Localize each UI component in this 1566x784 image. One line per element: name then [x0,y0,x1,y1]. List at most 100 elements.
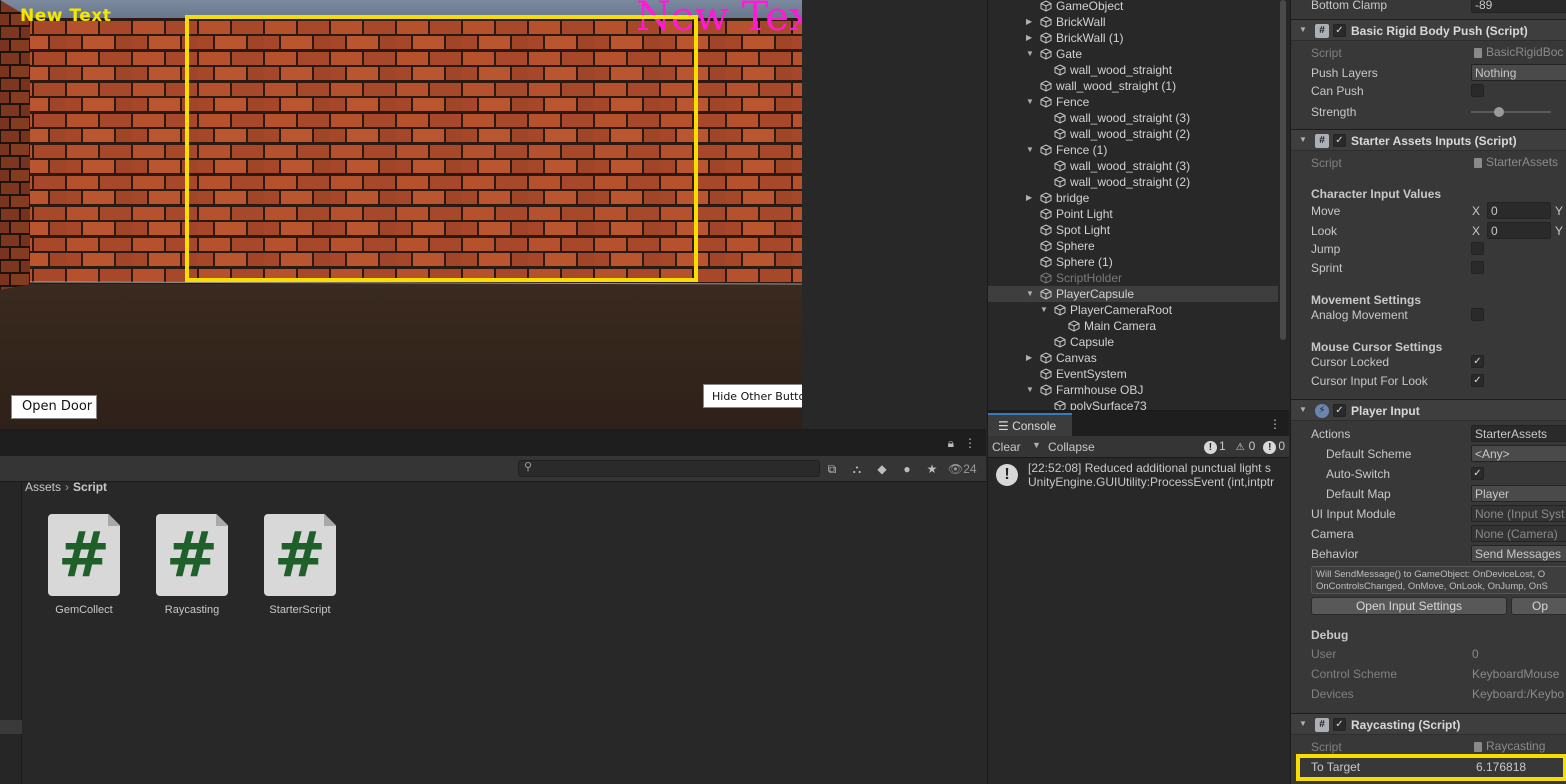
chevron-down-icon[interactable]: ▼ [1026,142,1036,158]
default-scheme-dropdown[interactable]: <Any> [1471,445,1566,462]
fold-arrow-icon[interactable]: ▼ [1299,405,1307,414]
open-input-debugger-button[interactable]: Op [1511,597,1566,615]
camera-field[interactable]: None (Camera) [1471,525,1566,542]
auto-switch-checkbox[interactable]: ✓ [1471,467,1484,480]
hierarchy-item[interactable]: ScriptHolder [988,270,1278,286]
kebab-menu-icon[interactable]: ⋮ [964,436,976,451]
hierarchy-item[interactable]: ▶ bridge [988,190,1278,206]
chevron-right-icon[interactable]: ▶ [1026,30,1036,46]
ui-input-module-field[interactable]: None (Input Syst [1471,505,1566,522]
strength-slider[interactable] [1471,107,1551,117]
filter-icon[interactable]: ⛬ [847,460,867,478]
script-reference-field[interactable]: Raycasting [1472,739,1545,755]
actions-field[interactable]: StarterAssets [1471,425,1566,442]
component-enabled-checkbox[interactable]: ✓ [1333,134,1346,147]
component-enabled-checkbox[interactable]: ✓ [1333,404,1346,417]
component-enabled-checkbox[interactable]: ✓ [1333,718,1346,731]
warning-filter-icon[interactable]: ● [897,460,917,478]
default-map-dropdown[interactable]: Player [1471,485,1566,502]
component-enabled-checkbox[interactable]: ✓ [1333,24,1346,37]
component-header-player-input[interactable]: ▼ ⚡ ✓ Player Input [1291,399,1566,421]
chevron-down-icon[interactable]: ▼ [1026,46,1036,62]
project-search-input[interactable]: ⚲ [518,460,820,477]
hierarchy-item[interactable]: wall_wood_straight [988,62,1278,78]
jump-checkbox[interactable] [1471,242,1484,255]
sprint-checkbox[interactable] [1471,261,1484,274]
chevron-right-icon[interactable]: ▶ [1026,350,1036,366]
slider-knob[interactable] [1494,107,1504,117]
hierarchy-item[interactable]: Sphere (1) [988,254,1278,270]
hierarchy-scrollbar[interactable] [1280,0,1286,340]
hierarchy-item[interactable]: wall_wood_straight (3) [988,158,1278,174]
behavior-dropdown[interactable]: Send Messages [1471,545,1566,562]
console-log-entry[interactable]: ! [22:52:08] Reduced additional punctual… [988,460,1290,492]
chevron-down-icon[interactable]: ▼ [1026,286,1036,302]
analog-movement-checkbox[interactable] [1471,308,1484,321]
fold-arrow-icon[interactable]: ▼ [1299,25,1307,34]
cursor-input-for-look-checkbox[interactable]: ✓ [1471,374,1484,387]
hierarchy-item[interactable]: wall_wood_straight (2) [988,126,1278,142]
chevron-down-icon[interactable]: ▼ [1026,382,1036,398]
fold-arrow-icon[interactable]: ▼ [1299,135,1307,144]
lock-icon[interactable]: 🔒︎ [948,436,954,451]
chevron-down-icon[interactable]: ▼ [1026,94,1036,110]
look-x-field[interactable]: 0 [1487,222,1551,239]
hierarchy-item[interactable]: ▼ PlayerCameraRoot [988,302,1278,318]
hierarchy-item[interactable]: ▶ Canvas [988,350,1278,366]
hierarchy-item[interactable]: ▼ PlayerCapsule [988,286,1278,302]
hierarchy-item[interactable]: polySurface73 [988,398,1278,410]
kebab-menu-icon[interactable]: ⋮ [1269,417,1281,431]
component-header-basic-rigid-body-push[interactable]: ▼ # ✓ Basic Rigid Body Push (Script) [1291,19,1566,41]
asset-raycasting[interactable]: # Raycasting [142,514,242,616]
breadcrumb-script[interactable]: Script [73,480,107,494]
hierarchy-item[interactable]: Point Light [988,206,1278,222]
cursor-locked-checkbox[interactable]: ✓ [1471,355,1484,368]
warning-count-toggle[interactable]: ⚠ 0 [1234,439,1256,454]
hierarchy-item[interactable]: ▼ Fence [988,94,1278,110]
hierarchy-item[interactable]: Capsule [988,334,1278,350]
open-door-button[interactable]: Open Door [11,395,97,419]
info-count-toggle[interactable]: ! 1 [1203,439,1226,454]
component-header-raycasting[interactable]: ▼ # ✓ Raycasting (Script) [1291,713,1566,735]
breadcrumb-assets[interactable]: Assets [25,480,61,494]
hierarchy-item[interactable]: Spot Light [988,222,1278,238]
hierarchy-item[interactable]: GameObject [988,0,1278,14]
open-input-settings-button[interactable]: Open Input Settings [1311,597,1507,615]
chevron-down-icon[interactable]: ▼ [1040,302,1050,318]
hide-other-buttons-button[interactable]: Hide Other Buttons [703,384,802,408]
hierarchy-item[interactable]: ▼ Farmhouse OBJ [988,382,1278,398]
game-view[interactable]: New Text New Text Open Door Hide Other B… [0,0,802,429]
chevron-right-icon[interactable]: ▶ [1026,14,1036,30]
script-reference-field[interactable]: BasicRigidBoc [1472,45,1563,61]
hierarchy-item[interactable]: ▼ Gate [988,46,1278,62]
hierarchy-item[interactable]: wall_wood_straight (3) [988,110,1278,126]
hierarchy-item[interactable]: ▶ BrickWall (1) [988,30,1278,46]
hierarchy-item[interactable]: EventSystem [988,366,1278,382]
clear-button[interactable]: Clear [992,440,1021,454]
bottom-clamp-field[interactable]: -89 [1471,0,1566,13]
hierarchy-item[interactable]: wall_wood_straight (1) [988,78,1278,94]
chevron-right-icon[interactable]: ▶ [1026,190,1036,206]
hierarchy-item[interactable]: Sphere [988,238,1278,254]
can-push-checkbox[interactable] [1471,84,1484,97]
selected-folder-row[interactable] [0,720,22,734]
fold-arrow-icon[interactable]: ▼ [1299,719,1307,728]
chevron-down-icon[interactable]: ▼ [1032,440,1041,450]
component-header-starter-assets-inputs[interactable]: ▼ # ✓ Starter Assets Inputs (Script) [1291,129,1566,151]
push-layers-dropdown[interactable]: Nothing [1471,64,1566,81]
move-x-field[interactable]: 0 [1487,202,1551,219]
hierarchy-item[interactable]: ▼ Fence (1) [988,142,1278,158]
hierarchy-item[interactable]: ▶ BrickWall [988,14,1278,30]
script-reference-field[interactable]: StarterAssets [1472,155,1558,171]
search-by-type-icon[interactable]: ⧉ [822,460,842,478]
asset-gemcollect[interactable]: # GemCollect [34,514,134,616]
favorite-icon[interactable]: ★ [922,460,942,478]
hierarchy-item[interactable]: wall_wood_straight (2) [988,174,1278,190]
hidden-count[interactable]: 👁︎24 [948,462,977,476]
error-count-toggle[interactable]: ! 0 [1263,439,1285,454]
tab-console[interactable]: ☰ Console [988,413,1072,437]
project-folder-tree[interactable] [0,482,22,784]
asset-starterscript[interactable]: # StarterScript [250,514,350,616]
hierarchy-item[interactable]: Main Camera [988,318,1278,334]
collapse-button[interactable]: Collapse [1048,440,1095,454]
